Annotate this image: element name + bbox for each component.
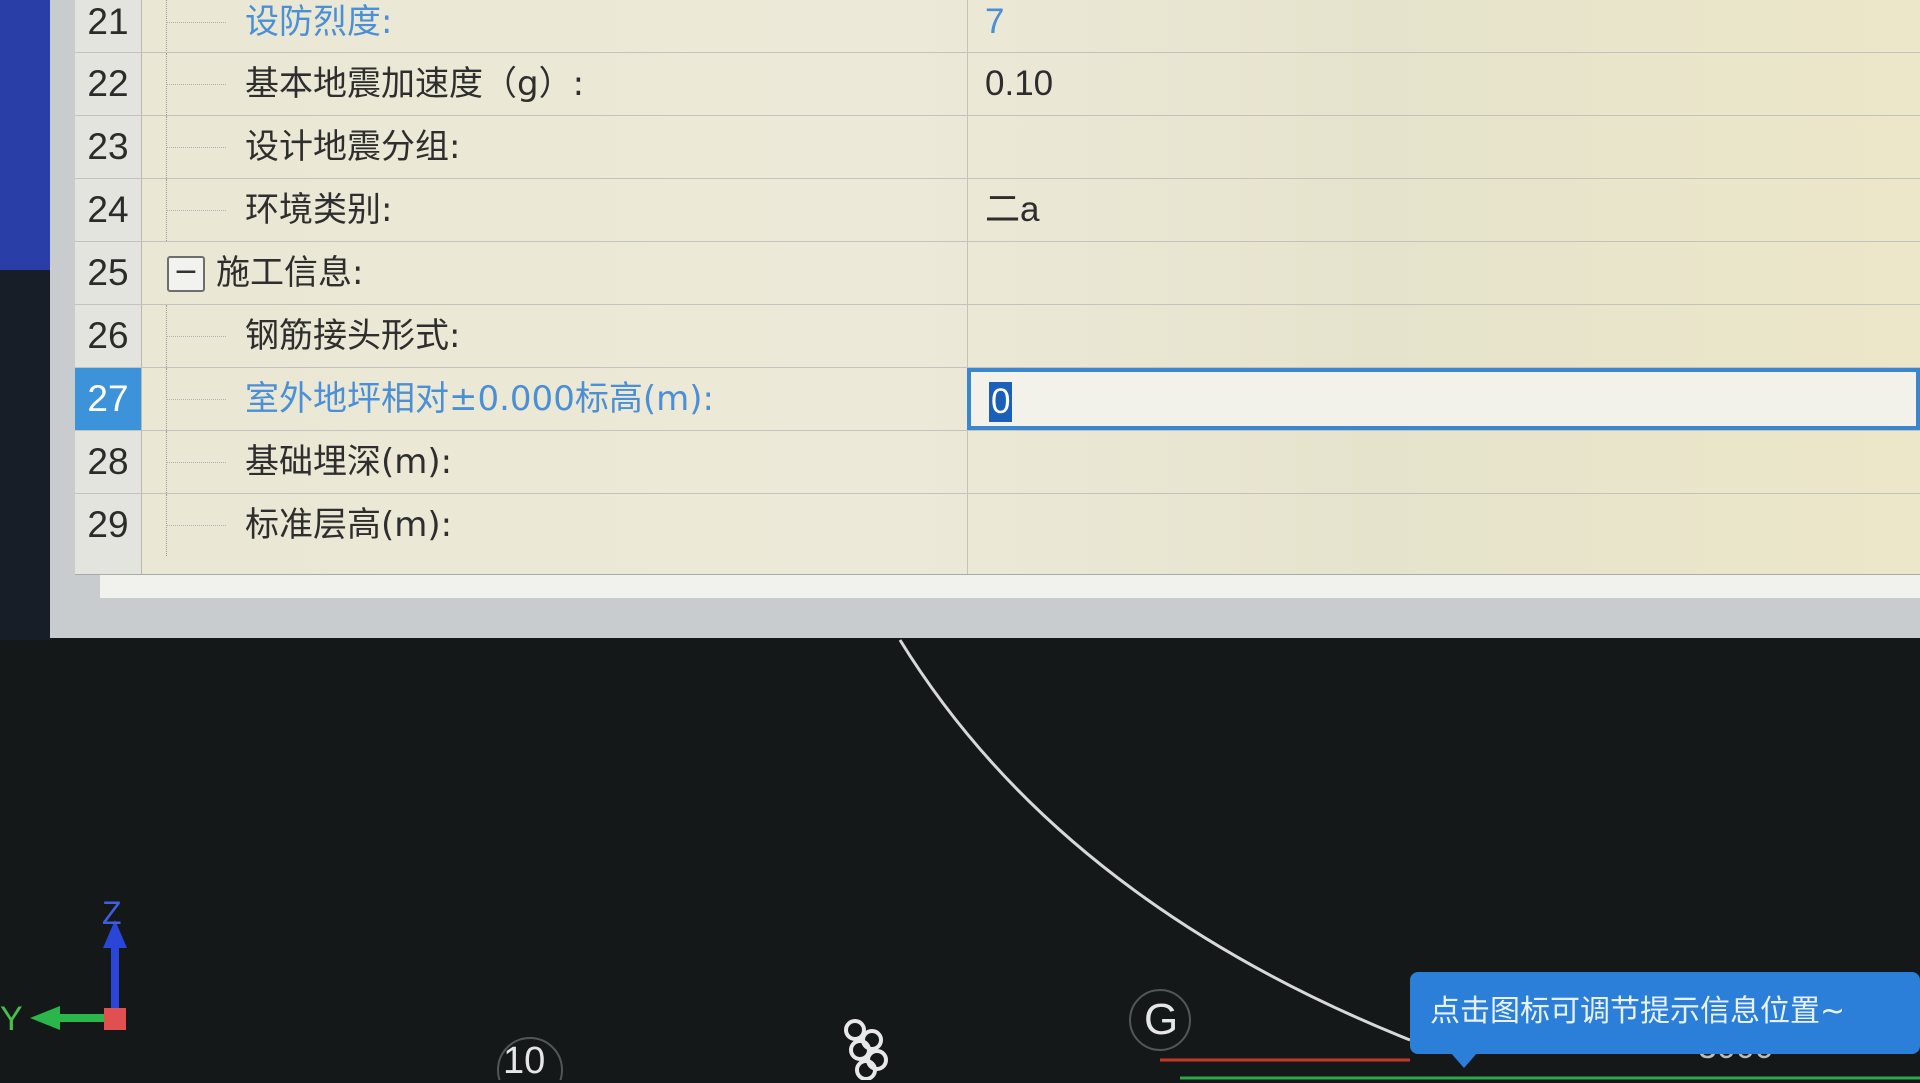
property-label: 基础埋深(m):: [245, 442, 453, 482]
property-label: 设计地震分组:: [245, 127, 461, 167]
grid-row[interactable]: 21 设防烈度: 7: [75, 0, 1920, 53]
row-number[interactable]: 28: [75, 431, 142, 493]
property-label: 钢筋接头形式:: [245, 316, 461, 356]
property-grid[interactable]: 21 设防烈度: 7 22 基本地震加速度（g）: 0.10 23 设计地震分组…: [75, 0, 1920, 575]
property-label-cell[interactable]: 钢筋接头形式:: [141, 305, 968, 367]
row-number[interactable]: 25: [75, 242, 142, 304]
tree-connector-h: [166, 84, 226, 85]
row-number[interactable]: 26: [75, 305, 142, 367]
tree-connector-h: [166, 525, 226, 526]
property-label: 环境类别:: [245, 190, 393, 230]
property-value-cell[interactable]: 0.10: [967, 53, 1920, 115]
tip-text: 点击图标可调节提示信息位置~: [1430, 994, 1846, 1029]
tree-connector-h: [166, 22, 226, 23]
property-label-cell[interactable]: − 施工信息:: [141, 242, 968, 304]
row-number-selected[interactable]: 27: [75, 368, 142, 430]
property-label: 室外地坪相对±0.000标高(m):: [245, 379, 714, 419]
axis-z-label: Z: [102, 895, 122, 931]
property-value-selected-text[interactable]: 0: [989, 382, 1013, 422]
tip-bubble-pointer: [1450, 1052, 1478, 1068]
ucs-origin: [104, 1008, 126, 1030]
grid-row[interactable]: 29 标准层高(m):: [75, 493, 1920, 574]
property-label: 标准层高(m):: [245, 505, 453, 545]
cad-arc-line: [898, 639, 1411, 1042]
grid-row[interactable]: 28 基础埋深(m):: [75, 430, 1920, 493]
tree-connector-h: [166, 147, 226, 148]
property-value: 7: [985, 2, 1005, 41]
property-label-cell[interactable]: 基本地震加速度（g）:: [141, 53, 968, 115]
property-value-cell[interactable]: [967, 242, 1920, 304]
row-number[interactable]: 22: [75, 53, 142, 115]
tree-connector-h: [166, 336, 226, 337]
grid-row-group[interactable]: 25 − 施工信息:: [75, 241, 1920, 304]
property-label-cell[interactable]: 设计地震分组:: [141, 116, 968, 178]
grid-row[interactable]: 24 环境类别: 二a: [75, 178, 1920, 241]
grid-row[interactable]: 22 基本地震加速度（g）: 0.10: [75, 52, 1920, 115]
property-value-cell[interactable]: 7: [967, 0, 1920, 53]
property-value-cell[interactable]: [967, 116, 1920, 178]
tree-connector-h: [166, 462, 226, 463]
rebar-symbol-icon: [844, 1019, 888, 1080]
property-label-cell[interactable]: 标准层高(m):: [141, 494, 968, 574]
property-value-cell[interactable]: [967, 494, 1920, 574]
ucs-y-arrow: [30, 1006, 60, 1030]
grid-label-g[interactable]: G: [1144, 995, 1178, 1045]
group-label: 施工信息:: [216, 253, 364, 293]
property-value: 二a: [985, 190, 1040, 229]
row-number[interactable]: 29: [75, 494, 142, 574]
grid-label-10[interactable]: 10: [503, 1040, 545, 1083]
property-value-cell[interactable]: 二a: [967, 179, 1920, 241]
row-number[interactable]: 21: [75, 0, 142, 53]
property-label-cell[interactable]: 基础埋深(m):: [141, 431, 968, 493]
axis-y-label: Y: [0, 1000, 23, 1038]
tip-bubble[interactable]: 点击图标可调节提示信息位置~: [1410, 972, 1920, 1054]
tree-connector-h: [166, 399, 226, 400]
tree-connector: [166, 0, 167, 53]
property-value: 0.10: [985, 64, 1054, 103]
property-label: 设防烈度:: [245, 2, 393, 42]
row-number[interactable]: 23: [75, 116, 142, 178]
grid-row[interactable]: 26 钢筋接头形式:: [75, 304, 1920, 367]
collapse-toggle-icon[interactable]: −: [167, 256, 205, 292]
grid-row-selected[interactable]: 27 室外地坪相对±0.000标高(m): 0: [75, 367, 1920, 430]
property-label: 基本地震加速度（g）:: [245, 64, 585, 104]
row-number[interactable]: 24: [75, 179, 142, 241]
property-value-input[interactable]: 0: [967, 368, 1920, 430]
property-label-cell[interactable]: 设防烈度:: [141, 0, 968, 53]
property-value-cell[interactable]: [967, 431, 1920, 493]
tree-connector-h: [166, 210, 226, 211]
property-label-cell[interactable]: 室外地坪相对±0.000标高(m):: [141, 368, 968, 430]
property-label-cell[interactable]: 环境类别:: [141, 179, 968, 241]
property-value-cell[interactable]: [967, 305, 1920, 367]
grid-row[interactable]: 23 设计地震分组:: [75, 115, 1920, 178]
